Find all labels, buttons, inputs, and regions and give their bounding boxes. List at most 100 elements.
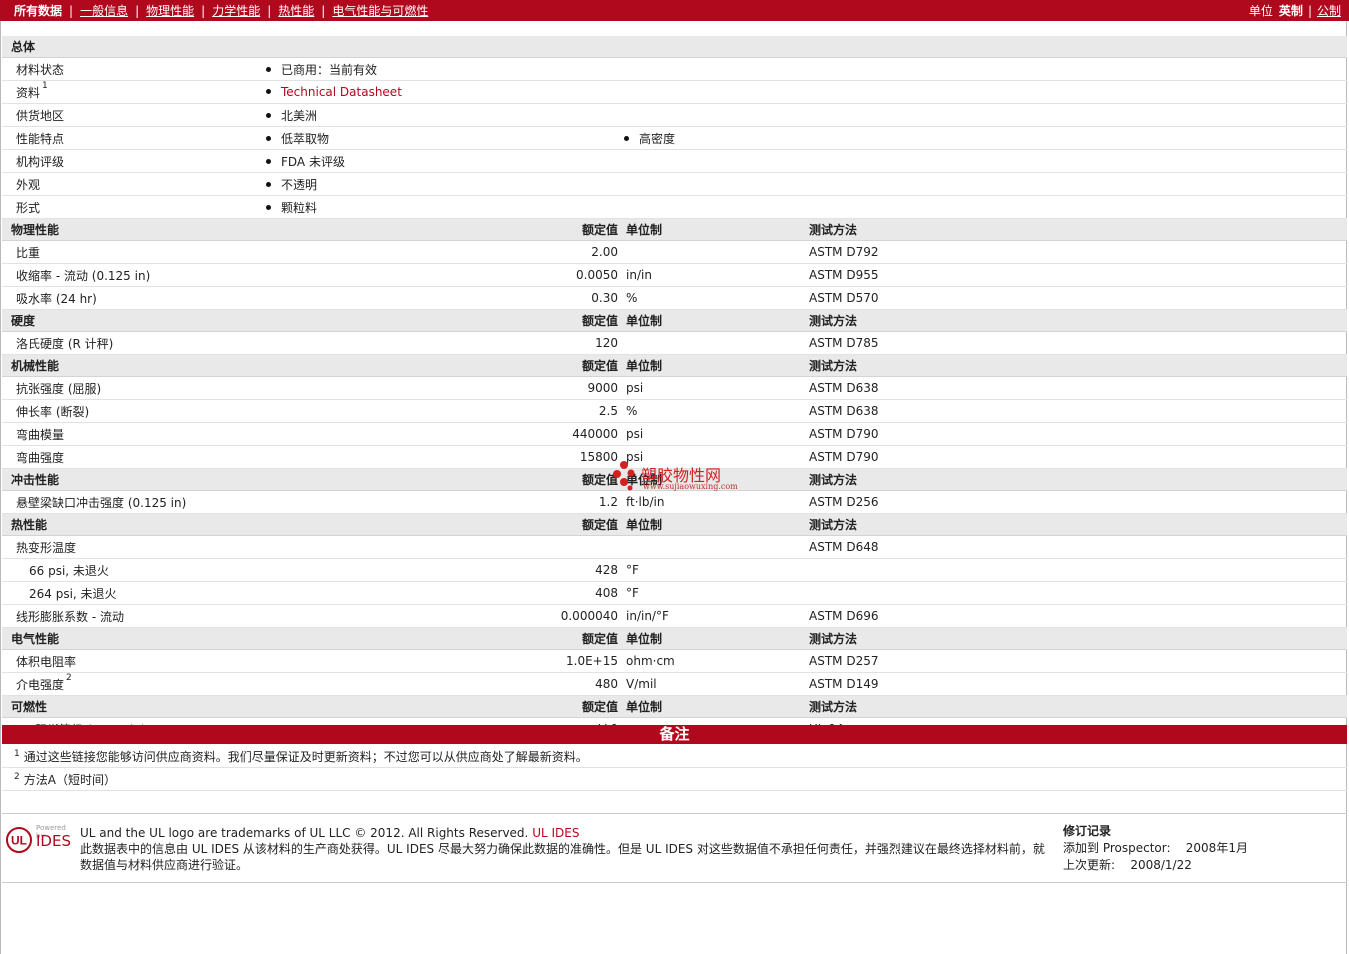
property-label: 悬壁梁缺口冲击强度 (0.125 in) [16,495,187,510]
section-header: 热性能 额定值 单位制 测试方法 [2,513,1348,536]
general-row: 形式 颗粒料 [2,195,1348,219]
section-header: 电气性能 额定值 单位制 测试方法 [2,627,1348,650]
nav-mechanical[interactable]: 力学性能 [212,4,260,18]
ul-ides-link[interactable]: UL IDES [532,826,579,840]
property-value: 15800 [266,445,624,469]
property-value: 2.5 [266,399,624,423]
datasheet-link[interactable]: Technical Datasheet [281,85,402,99]
property-value: 0.000040 [266,604,624,628]
nav-all-data[interactable]: 所有数据 [14,4,62,18]
unit-switcher: 单位 英制 | 公制 [1248,4,1341,18]
watermark: 塑胶物性网 www.sujiaowuxing.com [612,460,742,494]
divider [2,882,1347,883]
test-method: ASTM D790 [809,422,1075,446]
property-value-2 [624,103,1348,127]
col-header-unit: 单位制 [624,218,809,241]
property-name: 性能特点 [2,126,266,150]
units-metric-link[interactable]: 公制 [1317,4,1341,18]
property-name: 机构评级 [2,149,266,173]
property-row: 体积电阻率 1.0E+15 ohm·cm ASTM D257 [2,649,1348,673]
property-value: 0.0050 [266,263,624,287]
value-text: FDA 未评级 [281,154,345,169]
bullet-icon [266,112,271,118]
property-unit: % [624,286,809,310]
property-value-2: 高密度 [624,126,1348,150]
footer-legal: UL and the UL logo are trademarks of UL … [80,825,1055,873]
note-item: 1 通过这些链接您能够访问供应商资料。我们尽量保证及时更新资料；不过您可以从供应商… [2,746,1347,768]
col-header-unit: 单位制 [624,354,809,377]
test-method: ASTM D256 [809,490,1075,514]
property-name: 伸长率 (断裂) [2,399,266,423]
spacer [1075,627,1348,650]
spacer [1075,240,1348,264]
property-row: 抗张强度 (屈服) 9000 psi ASTM D638 [2,376,1348,400]
properties-table: 总体 材料状态 已商用：当前有效 资料 1 Technical Datasheet 供货地区… [2,36,1348,741]
property-name: 吸水率 (24 hr) [2,286,266,310]
units-imperial[interactable]: 英制 [1279,4,1303,18]
section-title: 物理性能 [2,218,266,241]
general-row: 供货地区 北美洲 [2,103,1348,127]
test-method [809,558,1075,582]
property-name: 弯曲强度 [2,445,266,469]
watermark-url: www.sujiaowuxing.com [643,482,738,491]
col-header-unit: 单位制 [624,513,809,536]
col-header-value: 额定值 [266,627,624,650]
property-unit: °F [624,581,809,605]
property-row: 热变形温度 ASTM D648 [2,535,1348,559]
property-name: 材料状态 [2,57,266,81]
spacer [1075,286,1348,310]
spacer [1075,490,1348,514]
spacer [1075,354,1348,377]
property-label: 收缩率 - 流动 (0.125 in) [16,268,151,283]
col-header-value: 额定值 [266,513,624,536]
spacer [1075,695,1348,718]
property-name: 比重 [2,240,266,264]
property-row: 收缩率 - 流动 (0.125 in) 0.0050 in/in ASTM D955 [2,263,1348,287]
property-value: 北美洲 [266,103,624,127]
property-row: 264 psi, 未退火 408 °F [2,581,1348,605]
value-text: 北美洲 [281,108,318,123]
col-header-value: 额定值 [266,695,624,718]
note-text: 方法A（短时间） [23,773,116,787]
property-name: 收缩率 - 流动 (0.125 in) [2,263,266,287]
col-header-method: 测试方法 [809,354,1075,377]
spacer [1075,399,1348,423]
note-text: 通过这些链接您能够访问供应商资料。我们尽量保证及时更新资料；不过您可以从供应商处… [23,750,588,764]
bullet-icon [266,66,271,72]
property-label: 比重 [16,245,41,260]
spacer [1075,331,1348,355]
property-unit: in/in/°F [624,604,809,628]
property-value [266,535,624,559]
section-title: 可燃性 [2,695,266,718]
bullet-icon [266,158,271,164]
divider [2,813,1347,814]
spacer [1075,649,1348,673]
property-row: 洛氏硬度 (R 计秤) 120 ASTM D785 [2,331,1348,355]
updated-value: 2008/1/22 [1130,858,1192,872]
section-header: 可燃性 额定值 单位制 测试方法 [2,695,1348,718]
property-name: 洛氏硬度 (R 计秤) [2,331,266,355]
notes-header: 备注 [2,725,1347,744]
nav-electrical-flammability[interactable]: 电气性能与可燃性 [332,4,428,18]
property-label: 66 psi, 未退火 [29,563,109,578]
property-label: 吸水率 (24 hr) [16,291,97,306]
property-unit: V/mil [624,672,809,696]
test-method [809,581,1075,605]
value-text: 低萃取物 [281,131,330,146]
general-row: 性能特点 低萃取物 高密度 [2,126,1348,150]
col-header-value: 额定值 [266,354,624,377]
col-header-method: 测试方法 [809,627,1075,650]
property-label: 供货地区 [16,108,65,123]
property-value: 已商用：当前有效 [266,57,624,81]
test-method: ASTM D648 [809,535,1075,559]
property-value: 1.2 [266,490,624,514]
property-label: 线形膨胀系数 - 流动 [16,609,124,624]
test-method: ASTM D570 [809,286,1075,310]
nav-thermal[interactable]: 热性能 [278,4,314,18]
spacer [1075,218,1348,241]
nav-general-info[interactable]: 一般信息 [80,4,128,18]
nav-physical[interactable]: 物理性能 [146,4,194,18]
property-value: 428 [266,558,624,582]
property-value: 颗粒料 [266,195,624,219]
bullet-icon [266,204,271,210]
